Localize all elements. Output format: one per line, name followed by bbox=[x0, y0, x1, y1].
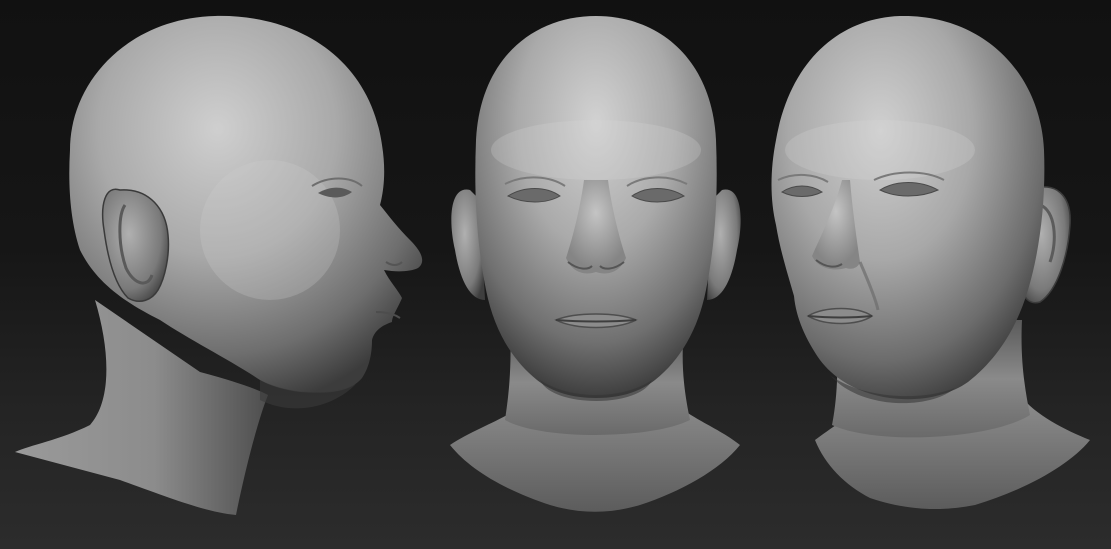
profile-head bbox=[15, 15, 423, 515]
front-head bbox=[450, 16, 741, 512]
sculpt-render bbox=[15, 15, 1090, 515]
three-quarter-head bbox=[771, 15, 1090, 510]
render-viewport bbox=[0, 0, 1111, 549]
tq-skull bbox=[771, 15, 1045, 400]
